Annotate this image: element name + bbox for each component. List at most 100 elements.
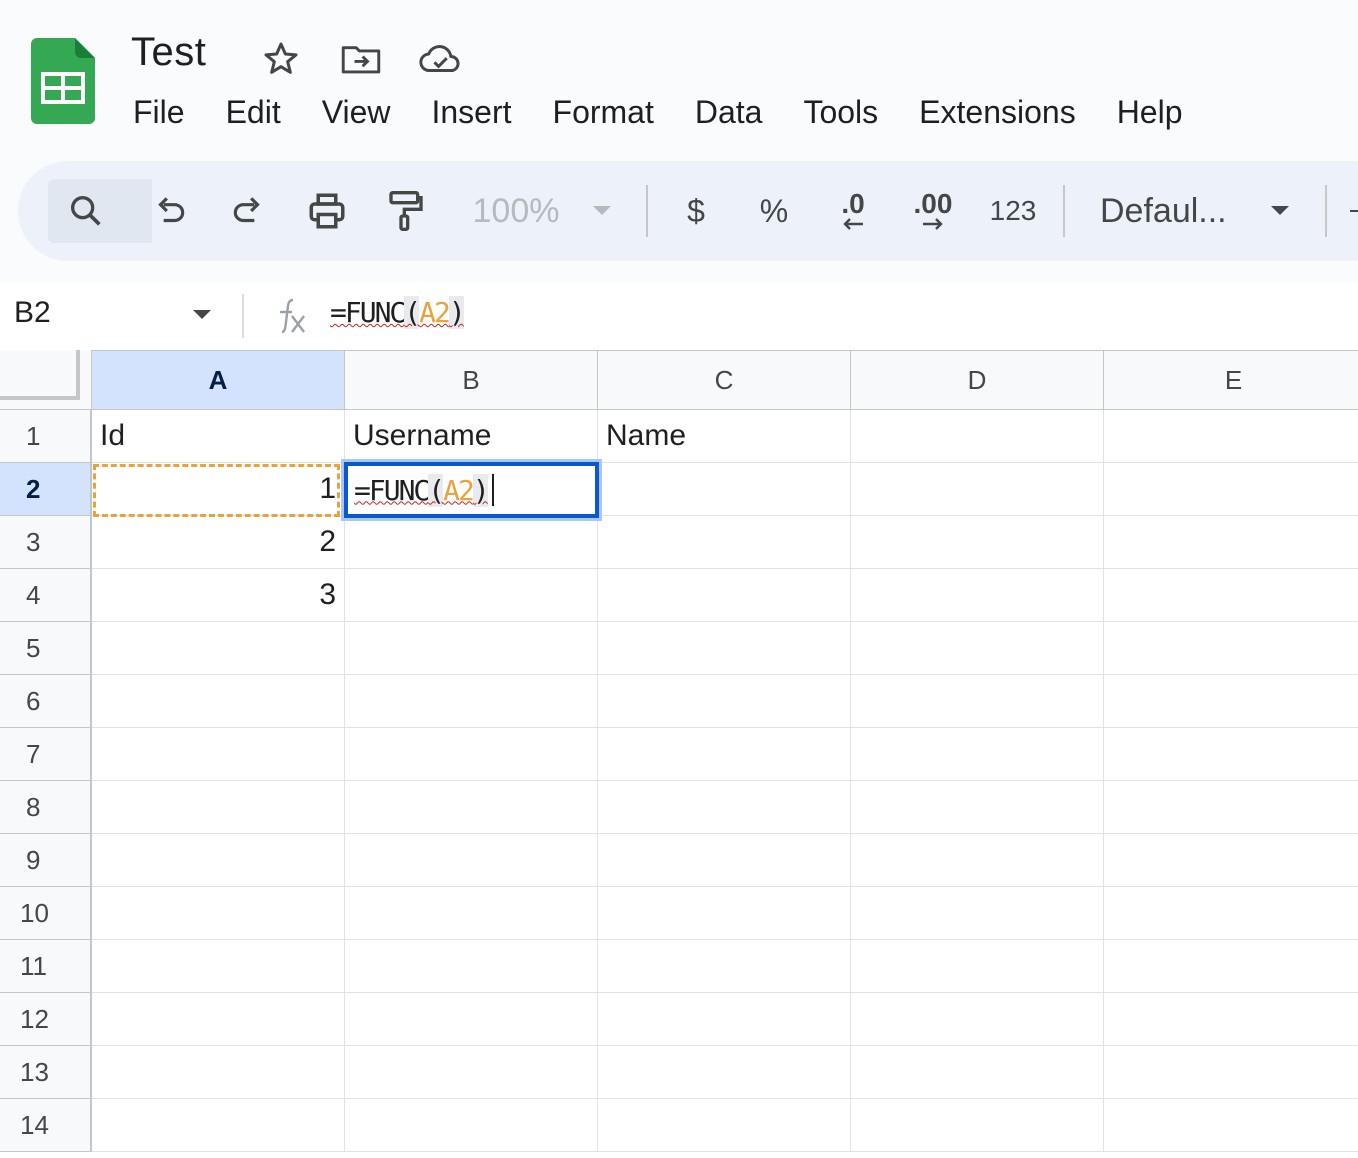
cell-c2[interactable] [598, 463, 851, 516]
column-header-b[interactable]: B [345, 350, 598, 410]
font-select[interactable]: Defaul... [1100, 161, 1240, 261]
cell-c13[interactable] [598, 1046, 851, 1099]
column-header-a[interactable]: A [92, 350, 345, 410]
cell-d10[interactable] [851, 887, 1104, 940]
row-header-8[interactable]: 8 [0, 781, 92, 834]
cell-a12[interactable] [92, 993, 345, 1046]
cell-a11[interactable] [92, 940, 345, 993]
decrease-decimal-button[interactable]: .0 [828, 161, 878, 261]
cell-e6[interactable] [1104, 675, 1358, 728]
cell-c12[interactable] [598, 993, 851, 1046]
menu-tools[interactable]: Tools [803, 92, 878, 132]
cloud-saved-icon[interactable] [418, 36, 464, 82]
currency-format-button[interactable]: $ [674, 161, 718, 261]
undo-icon[interactable] [148, 161, 192, 261]
cell-b13[interactable] [345, 1046, 598, 1099]
zoom-select[interactable]: 100% [466, 161, 566, 261]
row-header-6[interactable]: 6 [0, 675, 92, 728]
cell-d1[interactable] [851, 410, 1104, 463]
percent-format-button[interactable]: % [752, 161, 796, 261]
cell-e14[interactable] [1104, 1099, 1358, 1152]
cell-e5[interactable] [1104, 622, 1358, 675]
cell-c10[interactable] [598, 887, 851, 940]
cell-c1[interactable]: Name [598, 410, 851, 463]
cell-e8[interactable] [1104, 781, 1358, 834]
paint-format-icon[interactable] [384, 161, 428, 261]
cell-d7[interactable] [851, 728, 1104, 781]
cell-a14[interactable] [92, 1099, 345, 1152]
cell-d8[interactable] [851, 781, 1104, 834]
cell-d11[interactable] [851, 940, 1104, 993]
move-to-folder-icon[interactable] [338, 36, 384, 82]
cell-c3[interactable] [598, 516, 851, 569]
cell-e4[interactable] [1104, 569, 1358, 622]
cell-c5[interactable] [598, 622, 851, 675]
freeze-handle[interactable] [0, 350, 80, 400]
cell-d2[interactable] [851, 463, 1104, 516]
cell-a13[interactable] [92, 1046, 345, 1099]
sheets-logo[interactable] [31, 38, 95, 124]
cell-c8[interactable] [598, 781, 851, 834]
row-header-7[interactable]: 7 [0, 728, 92, 781]
row-header-11[interactable]: 11 [0, 940, 92, 993]
cell-c11[interactable] [598, 940, 851, 993]
cell-b3[interactable] [345, 516, 598, 569]
row-header-4[interactable]: 4 [0, 569, 92, 622]
row-header-3[interactable]: 3 [0, 516, 92, 569]
name-box[interactable]: B2 [14, 296, 51, 330]
cell-a4[interactable]: 3 [92, 569, 345, 622]
column-header-e[interactable]: E [1104, 350, 1358, 410]
formula-input[interactable]: =FUNC(A2) [330, 296, 466, 329]
cell-e13[interactable] [1104, 1046, 1358, 1099]
font-size-decrease-icon[interactable] [1348, 161, 1358, 261]
row-header-13[interactable]: 13 [0, 1046, 92, 1099]
cell-c4[interactable] [598, 569, 851, 622]
cell-d9[interactable] [851, 834, 1104, 887]
cell-d6[interactable] [851, 675, 1104, 728]
menu-format[interactable]: Format [553, 92, 654, 132]
cell-d3[interactable] [851, 516, 1104, 569]
cell-b5[interactable] [345, 622, 598, 675]
row-header-14[interactable]: 14 [0, 1099, 92, 1152]
cell-b14[interactable] [345, 1099, 598, 1152]
star-icon[interactable] [258, 36, 304, 82]
row-header-12[interactable]: 12 [0, 993, 92, 1046]
cell-d14[interactable] [851, 1099, 1104, 1152]
redo-icon[interactable] [226, 161, 270, 261]
font-dropdown-icon[interactable] [1268, 161, 1292, 261]
name-box-dropdown-icon[interactable] [192, 308, 212, 326]
cell-e1[interactable] [1104, 410, 1358, 463]
row-header-5[interactable]: 5 [0, 622, 92, 675]
cell-d5[interactable] [851, 622, 1104, 675]
cell-e11[interactable] [1104, 940, 1358, 993]
menu-data[interactable]: Data [695, 92, 763, 132]
cell-d12[interactable] [851, 993, 1104, 1046]
spreadsheet-grid[interactable]: A B C D E 1 2 3 4 5 6 7 8 9 10 11 12 13 … [0, 350, 1358, 1158]
cell-a8[interactable] [92, 781, 345, 834]
menu-extensions[interactable]: Extensions [919, 92, 1076, 132]
cell-b8[interactable] [345, 781, 598, 834]
cell-c7[interactable] [598, 728, 851, 781]
cell-e9[interactable] [1104, 834, 1358, 887]
cell-b1[interactable]: Username [345, 410, 598, 463]
document-title[interactable]: Test [131, 30, 206, 75]
cell-d13[interactable] [851, 1046, 1104, 1099]
menu-file[interactable]: File [133, 92, 185, 132]
cell-b7[interactable] [345, 728, 598, 781]
menu-help[interactable]: Help [1117, 92, 1183, 132]
zoom-dropdown-icon[interactable] [590, 161, 614, 261]
menu-insert[interactable]: Insert [431, 92, 511, 132]
column-header-d[interactable]: D [851, 350, 1104, 410]
active-cell-editor[interactable]: =FUNC(A2) [344, 462, 599, 518]
cell-a9[interactable] [92, 834, 345, 887]
select-all-corner[interactable] [0, 350, 92, 410]
cell-c14[interactable] [598, 1099, 851, 1152]
search-icon[interactable] [64, 161, 108, 261]
row-header-10[interactable]: 10 [0, 887, 92, 940]
column-header-c[interactable]: C [598, 350, 851, 410]
cell-b10[interactable] [345, 887, 598, 940]
cell-e2[interactable] [1104, 463, 1358, 516]
cell-e3[interactable] [1104, 516, 1358, 569]
row-header-2[interactable]: 2 [0, 463, 92, 516]
row-header-9[interactable]: 9 [0, 834, 92, 887]
